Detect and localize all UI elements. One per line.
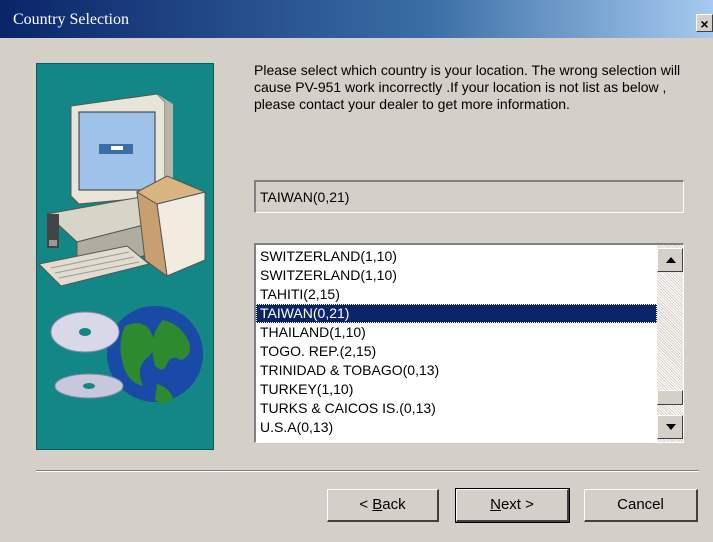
instruction-text: Please select which country is your loca… bbox=[254, 62, 681, 112]
scroll-up-icon bbox=[666, 257, 676, 263]
country-list-item[interactable]: U.S.A(0,13) bbox=[256, 418, 657, 437]
country-list-item[interactable]: TOGO. REP.(2,15) bbox=[256, 342, 657, 361]
country-list-item[interactable]: SWITZERLAND(1,10) bbox=[256, 247, 657, 266]
scroll-down-button[interactable] bbox=[657, 415, 683, 439]
country-listbox[interactable]: SWITZERLAND(1,10) SWITZERLAND(1,10) TAHITI… bbox=[254, 243, 684, 443]
country-list-item[interactable]: SWITZERLAND(1,10) bbox=[256, 266, 657, 285]
next-button[interactable]: Next > bbox=[455, 488, 570, 523]
back-prefix: < bbox=[359, 496, 373, 513]
wizard-side-illustration bbox=[36, 63, 214, 450]
button-divider bbox=[36, 470, 699, 472]
country-list-item[interactable]: TRINIDAD & TOBAGO(0,13) bbox=[256, 361, 657, 380]
scroll-up-button[interactable] bbox=[657, 248, 683, 272]
title-bar: Country Selection × bbox=[0, 0, 713, 38]
selected-country-field: TAIWAN(0,21) bbox=[254, 180, 684, 213]
close-icon[interactable]: × bbox=[696, 14, 713, 32]
scroll-thumb[interactable] bbox=[657, 390, 683, 405]
next-label-rest: ext > bbox=[500, 496, 534, 513]
cancel-button[interactable]: Cancel bbox=[584, 489, 698, 522]
country-list-item[interactable]: TURKEY(1,10) bbox=[256, 380, 657, 399]
vertical-scrollbar[interactable] bbox=[657, 245, 683, 442]
country-list-item[interactable]: TAHITI(2,15) bbox=[256, 285, 657, 304]
country-list-item[interactable]: TURKS & CAICOS IS.(0,13) bbox=[256, 399, 657, 418]
scroll-down-icon bbox=[666, 424, 676, 430]
country-list: SWITZERLAND(1,10) SWITZERLAND(1,10) TAHITI… bbox=[256, 247, 657, 437]
country-list-item[interactable]: TAIWAN(0,21) bbox=[256, 304, 657, 323]
back-mnemonic: B bbox=[372, 496, 383, 513]
back-label-rest: ack bbox=[382, 496, 406, 513]
country-list-item[interactable]: THAILAND(1,10) bbox=[256, 323, 657, 342]
next-mnemonic: N bbox=[490, 496, 501, 513]
window-title: Country Selection bbox=[13, 11, 129, 28]
back-button[interactable]: < Back bbox=[327, 489, 439, 522]
computer-globe-illustration bbox=[37, 93, 207, 403]
